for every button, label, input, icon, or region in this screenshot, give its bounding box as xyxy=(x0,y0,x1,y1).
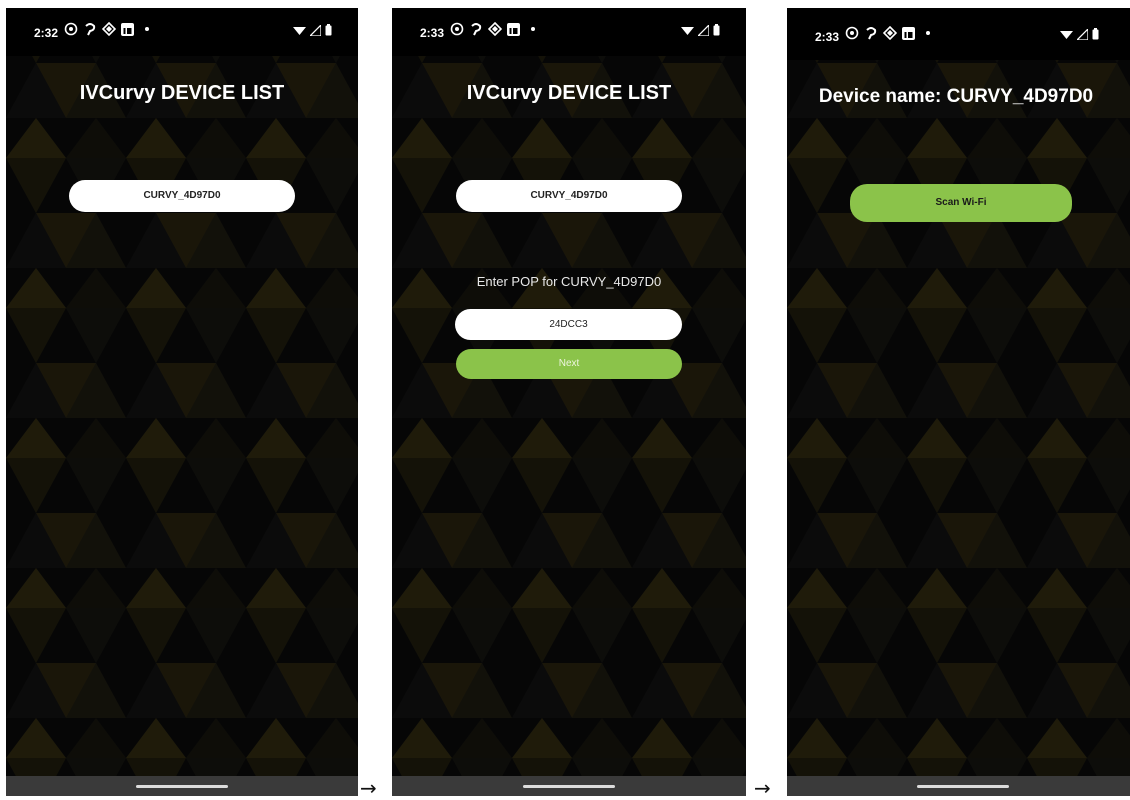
background-pattern xyxy=(392,8,746,796)
phone-screen-enter-pop: 2:33 IVCurvy DEVICE LIST CURVY_4D97D0 En… xyxy=(392,8,746,796)
next-button[interactable]: Next xyxy=(456,349,682,379)
scan-wifi-button[interactable]: Scan Wi-Fi xyxy=(850,184,1072,222)
flow-arrow: → xyxy=(360,776,377,800)
pop-prompt-label: Enter POP for CURVY_4D97D0 xyxy=(476,274,662,289)
whatsapp-icon xyxy=(845,26,859,40)
page-title: Device name: CURVY_4D97D0 xyxy=(818,86,1094,107)
brand-swirl-icon xyxy=(471,23,482,36)
page-title: IVCurvy DEVICE LIST xyxy=(466,82,672,104)
page-title: IVCurvy DEVICE LIST xyxy=(79,82,285,104)
battery-icon xyxy=(325,24,332,36)
navigation-bar xyxy=(787,776,1130,796)
navigation-bar xyxy=(392,776,746,796)
battery-icon xyxy=(713,24,720,36)
whatsapp-icon xyxy=(64,22,78,36)
wifi-icon xyxy=(681,26,694,35)
whatsapp-icon xyxy=(450,22,464,36)
brand-swirl-icon xyxy=(85,23,96,36)
home-handle[interactable] xyxy=(136,785,228,788)
background-pattern xyxy=(6,8,358,796)
system-icons xyxy=(681,24,720,36)
brand-swirl-icon xyxy=(866,27,877,40)
diamond-icon xyxy=(883,26,897,40)
pop-input[interactable]: 24DCC3 xyxy=(455,309,682,340)
notification-icons xyxy=(64,22,149,36)
phone-screen-device-detail: 2:33 Device name: CURVY_4D97D0 Scan Wi-F… xyxy=(787,8,1130,796)
device-button[interactable]: CURVY_4D97D0 xyxy=(69,180,295,212)
status-bar: 2:33 xyxy=(787,8,1130,60)
status-bar: 2:33 xyxy=(392,8,746,56)
diamond-icon xyxy=(102,22,116,36)
background-pattern xyxy=(787,8,1130,796)
signal-icon xyxy=(1077,28,1088,40)
more-notifications-dot xyxy=(531,27,535,31)
linkedin-icon xyxy=(902,26,915,40)
status-bar: 2:32 xyxy=(6,8,358,56)
home-handle[interactable] xyxy=(523,785,615,788)
wifi-icon xyxy=(293,26,306,35)
phone-screen-device-list: 2:32 IVCurvy DEVICE LIST CURVY_4D97D0 xyxy=(6,8,358,796)
system-icons xyxy=(293,24,332,36)
signal-icon xyxy=(310,24,321,36)
navigation-bar xyxy=(6,776,358,796)
home-handle[interactable] xyxy=(917,785,1009,788)
status-time: 2:33 xyxy=(815,30,840,44)
more-notifications-dot xyxy=(145,27,149,31)
notification-icons xyxy=(845,26,930,40)
diamond-icon xyxy=(488,22,502,36)
device-button[interactable]: CURVY_4D97D0 xyxy=(456,180,682,212)
system-icons xyxy=(1060,28,1099,40)
battery-icon xyxy=(1092,28,1099,40)
more-notifications-dot xyxy=(926,31,930,35)
flow-arrow: → xyxy=(754,776,771,800)
status-time: 2:32 xyxy=(34,26,59,40)
wifi-icon xyxy=(1060,30,1073,39)
linkedin-icon xyxy=(121,22,134,36)
signal-icon xyxy=(698,24,709,36)
status-time: 2:33 xyxy=(420,26,445,40)
notification-icons xyxy=(450,22,535,36)
linkedin-icon xyxy=(507,22,520,36)
